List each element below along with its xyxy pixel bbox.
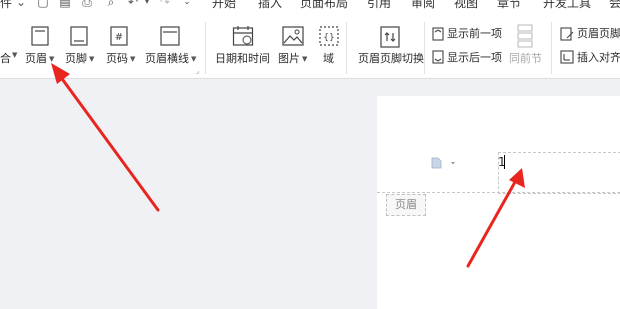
arrow-to-page-number [466,168,525,268]
arrow-to-header-button [51,63,160,212]
annotation-arrows-layer [51,63,525,268]
